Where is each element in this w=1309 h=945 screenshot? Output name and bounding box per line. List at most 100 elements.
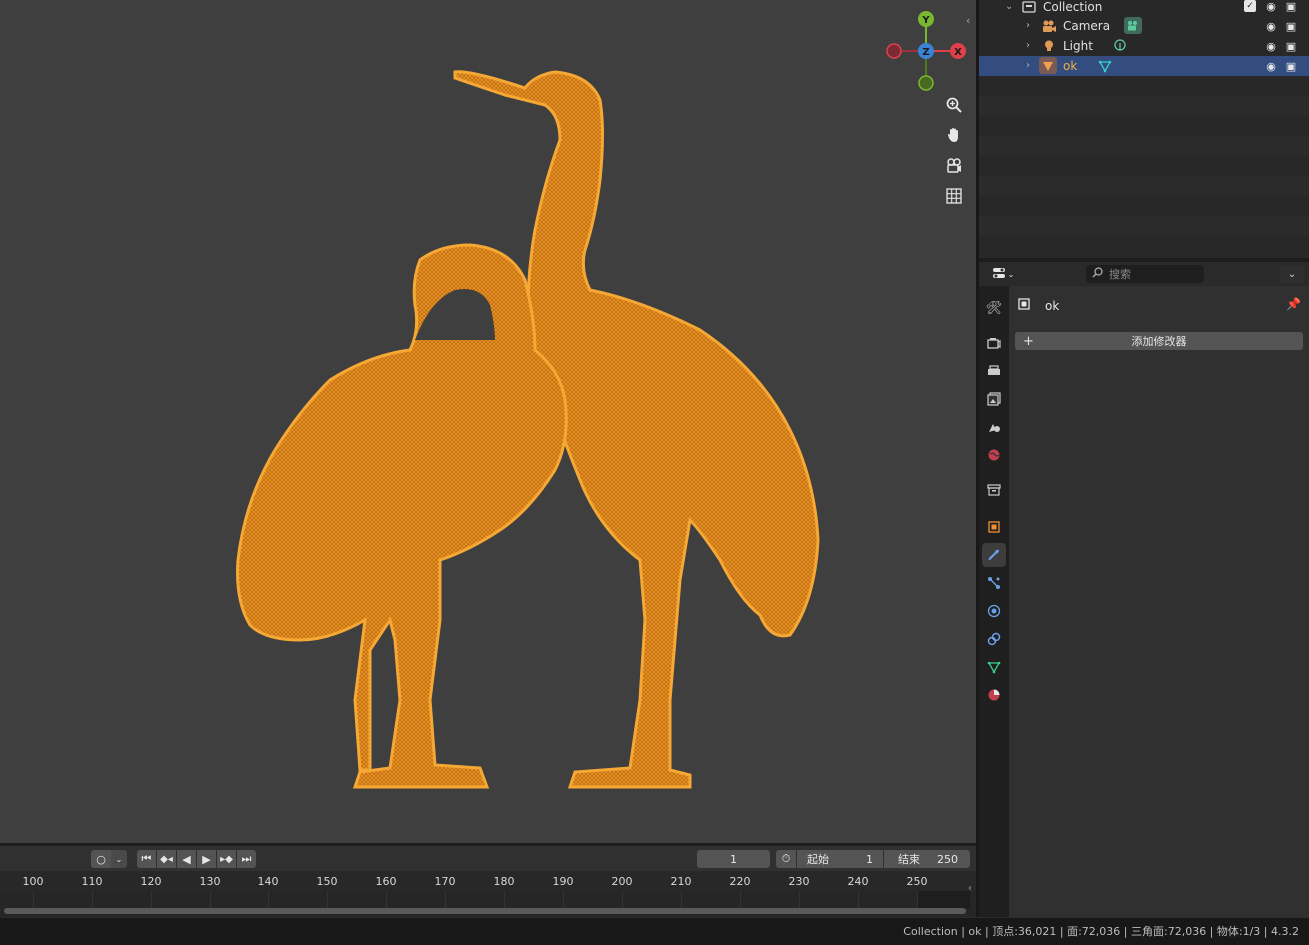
tick-label: 210 xyxy=(670,875,692,888)
output-icon[interactable] xyxy=(982,359,1006,383)
grid-ortho-icon[interactable] xyxy=(940,182,968,210)
properties-editor[interactable]: ⌄ 搜索 ⌄ 🛠 ok 📌 + 添加修改器 xyxy=(979,262,1309,917)
tick-label: 100 xyxy=(22,875,44,888)
end-frame-value: 250 xyxy=(937,852,958,866)
start-frame-field[interactable]: 起始 1 xyxy=(797,850,883,868)
collection-icon[interactable] xyxy=(982,478,1006,502)
timeline-ruler[interactable]: 100 110 120 130 140 150 160 170 180 190 … xyxy=(0,871,976,894)
crane-bent xyxy=(236,243,568,789)
data-icon[interactable] xyxy=(982,655,1006,679)
chevron-right-icon[interactable]: › xyxy=(1026,20,1030,31)
end-frame-field[interactable]: 结束 250 xyxy=(884,850,970,868)
options-dropdown[interactable]: ⌄ xyxy=(1280,265,1304,283)
outliner[interactable]: ⌄ Collection ✓ ◉ ▣ › Camera ◉ ▣ › Light … xyxy=(979,0,1309,258)
navigation-gizmo[interactable]: X Y Z xyxy=(880,8,972,98)
pin-icon[interactable]: 📌 xyxy=(1286,297,1301,311)
y-axis-label: Y xyxy=(921,15,930,26)
start-frame-label: 起始 xyxy=(807,853,829,866)
light-icon xyxy=(1041,38,1057,54)
physics-icon[interactable] xyxy=(982,599,1006,623)
editor-type-button[interactable]: ⌄ xyxy=(987,265,1019,283)
tool-icon[interactable]: 🛠 xyxy=(982,296,1006,320)
tick-label: 110 xyxy=(81,875,103,888)
next-keyframe-icon: ▸◆ xyxy=(220,853,233,865)
camera-data-icon[interactable] xyxy=(1124,17,1142,34)
outliner-label: Collection xyxy=(1043,0,1103,14)
tick-label: 240 xyxy=(847,875,869,888)
plus-icon: + xyxy=(1023,333,1034,349)
chevron-down-icon: ⌄ xyxy=(1287,268,1297,280)
sidebar-toggle-icon[interactable]: ‹ xyxy=(966,14,970,27)
object-icon[interactable] xyxy=(982,515,1006,539)
preview-range-toggle[interactable]: ⏱ xyxy=(776,850,796,868)
zoom-icon[interactable] xyxy=(940,91,968,119)
tick-label: 130 xyxy=(199,875,221,888)
world-icon[interactable] xyxy=(982,443,1006,467)
z-axis-label: Z xyxy=(922,47,929,58)
render-icon[interactable] xyxy=(982,331,1006,355)
camera-view-icon[interactable] xyxy=(940,152,968,180)
next-keyframe-button[interactable]: ▸◆ xyxy=(217,850,236,868)
timeline-scrollbar[interactable] xyxy=(4,908,966,914)
eye-icon[interactable]: ◉ xyxy=(1264,19,1278,33)
checkbox-icon[interactable]: ✓ xyxy=(1244,0,1256,12)
jump-end-button[interactable]: ⏭ xyxy=(237,850,256,868)
mesh-data-icon[interactable] xyxy=(1097,58,1113,74)
outliner-label: Camera xyxy=(1063,19,1111,33)
tick-label: 120 xyxy=(140,875,162,888)
modifier-icon[interactable] xyxy=(982,543,1006,567)
properties-editor-icon xyxy=(992,267,1006,282)
crane-mesh[interactable] xyxy=(0,0,976,843)
3d-viewport[interactable]: X Y Z ‹ xyxy=(0,0,976,843)
tick-label: 250 xyxy=(906,875,928,888)
light-data-icon[interactable] xyxy=(1112,38,1128,54)
add-modifier-button[interactable]: + 添加修改器 xyxy=(1015,332,1303,350)
search-placeholder: 搜索 xyxy=(1109,268,1131,281)
tick-label: 160 xyxy=(375,875,397,888)
camera-render-icon[interactable]: ▣ xyxy=(1284,59,1298,73)
hand-pan-icon[interactable] xyxy=(940,121,968,149)
blender-window: X Y Z ‹ ○ ⌄ ⏮ ◆◂ ◀ ▶ ▸◆ ⏭ 1 ⏱ 起始 1 结束 25… xyxy=(0,0,1309,945)
play-reverse-button[interactable]: ◀ xyxy=(177,850,196,868)
x-axis-label: X xyxy=(954,47,962,58)
end-frame-label: 结束 xyxy=(898,853,920,866)
chevron-down-icon[interactable]: ⌄ xyxy=(1005,1,1013,12)
play-button[interactable]: ▶ xyxy=(197,850,216,868)
outliner-row-collection[interactable]: ⌄ Collection ✓ ◉ ▣ xyxy=(979,0,1309,17)
tick-label: 200 xyxy=(611,875,633,888)
camera-render-icon[interactable]: ▣ xyxy=(1284,39,1298,53)
camera-render-icon[interactable]: ▣ xyxy=(1284,0,1298,13)
material-icon[interactable] xyxy=(982,683,1006,707)
eye-icon[interactable]: ◉ xyxy=(1264,0,1278,13)
status-bar: Collection | ok | 顶点:36,021 | 面:72,036 |… xyxy=(0,917,1309,945)
chevron-right-icon[interactable]: › xyxy=(1026,60,1030,71)
tick-label: 170 xyxy=(434,875,456,888)
eye-icon[interactable]: ◉ xyxy=(1264,59,1278,73)
view-layer-icon[interactable] xyxy=(982,387,1006,411)
outliner-row-light[interactable]: › Light ◉ ▣ xyxy=(979,36,1309,56)
current-frame-field[interactable]: 1 xyxy=(697,850,770,868)
search-input[interactable]: 搜索 xyxy=(1086,265,1204,283)
jump-start-button[interactable]: ⏮ xyxy=(137,850,156,868)
eye-icon[interactable]: ◉ xyxy=(1264,39,1278,53)
neg-y-handle[interactable] xyxy=(918,75,934,91)
chevron-right-icon[interactable]: › xyxy=(1026,40,1030,51)
search-icon xyxy=(1092,267,1103,281)
prev-keyframe-icon: ◆◂ xyxy=(160,853,173,865)
particles-icon[interactable] xyxy=(982,571,1006,595)
camera-render-icon[interactable]: ▣ xyxy=(1284,19,1298,33)
mesh-object-icon xyxy=(1039,57,1057,74)
object-icon xyxy=(1017,297,1031,314)
scene-icon[interactable] xyxy=(982,415,1006,439)
jump-start-icon: ⏮ xyxy=(141,852,152,865)
keying-toggle[interactable]: ○ xyxy=(91,850,111,868)
neg-x-handle[interactable] xyxy=(886,43,902,59)
outliner-row-camera[interactable]: › Camera ◉ ▣ xyxy=(979,16,1309,36)
prev-keyframe-button[interactable]: ◆◂ xyxy=(157,850,176,868)
constraints-icon[interactable] xyxy=(982,627,1006,651)
camera-icon xyxy=(1041,18,1057,34)
keying-dropdown[interactable]: ⌄ xyxy=(111,850,127,868)
start-frame-value: 1 xyxy=(866,852,873,866)
outliner-row-ok[interactable]: › ok ◉ ▣ xyxy=(979,56,1309,76)
object-name: ok xyxy=(1045,298,1060,313)
